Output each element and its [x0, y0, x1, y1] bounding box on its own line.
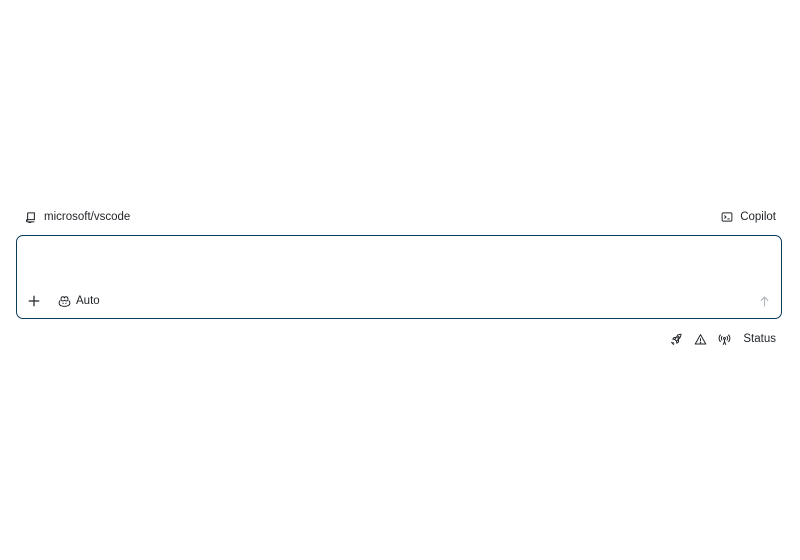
- arrow-up-icon: [757, 294, 771, 308]
- terminal-icon: [720, 210, 734, 224]
- deploy-button[interactable]: [669, 332, 683, 346]
- broadcast-icon: [717, 332, 731, 346]
- status-bar: Status: [669, 331, 776, 347]
- add-context-button[interactable]: [25, 292, 43, 310]
- chat-input[interactable]: [29, 246, 773, 290]
- agent-mode-button[interactable]: Copilot: [712, 208, 784, 226]
- plus-icon: [27, 294, 41, 308]
- status-link[interactable]: Status: [743, 333, 776, 345]
- copilot-icon: [57, 294, 71, 308]
- repo-icon: [24, 210, 38, 224]
- rocket-icon: [669, 332, 683, 346]
- copilot-chat-panel: microsoft/vscode Copilot Auto Status: [0, 0, 800, 560]
- composer-toolbar: Auto: [25, 291, 773, 311]
- model-picker[interactable]: Auto: [53, 294, 104, 308]
- connection-button[interactable]: [717, 332, 731, 346]
- chat-composer: Auto: [16, 235, 782, 319]
- warnings-button[interactable]: [693, 332, 707, 346]
- warning-icon: [693, 332, 707, 346]
- agent-mode-label: Copilot: [740, 211, 776, 223]
- repo-name: microsoft/vscode: [44, 211, 131, 223]
- composer-left-controls: Auto: [25, 292, 104, 310]
- composer-header: microsoft/vscode Copilot: [16, 208, 784, 226]
- repo-selector[interactable]: microsoft/vscode: [16, 208, 138, 226]
- model-label: Auto: [76, 295, 100, 307]
- send-button[interactable]: [755, 292, 773, 310]
